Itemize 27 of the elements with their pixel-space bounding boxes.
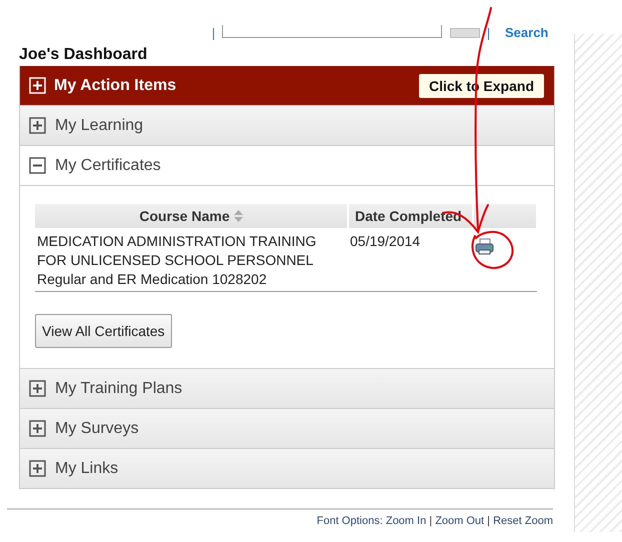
collapse-icon[interactable] — [29, 157, 46, 174]
expand-icon[interactable] — [29, 117, 46, 134]
link-separator: | — [487, 515, 490, 527]
font-options-label: Font Options: — [316, 515, 383, 527]
expand-icon[interactable] — [29, 380, 46, 397]
section-title[interactable]: My Surveys — [55, 420, 139, 438]
section-title[interactable]: My Links — [55, 460, 118, 478]
course-name: Regular and ER Medication 1028202 — [37, 270, 268, 289]
section-title[interactable]: My Learning — [55, 116, 144, 134]
expand-icon[interactable] — [29, 420, 46, 437]
zoom-link[interactable]: Reset Zoom — [493, 515, 553, 527]
section-title[interactable]: My Training Plans — [55, 380, 182, 398]
expand-icon[interactable] — [29, 460, 46, 477]
search-field[interactable] — [222, 25, 442, 38]
zoom-link[interactable]: Zoom In — [386, 515, 426, 527]
view-all-button[interactable]: View All Certificates — [35, 314, 172, 348]
column-header[interactable]: Date Completed — [348, 204, 473, 228]
section-title[interactable]: My Action Items — [54, 76, 419, 94]
course-name: MEDICATION ADMINISTRATION TRAINING — [37, 232, 318, 251]
link-separator: | — [429, 515, 432, 527]
printer-icon[interactable] — [475, 238, 494, 255]
course-name: FOR UNLICENSED SCHOOL PERSONNEL — [37, 251, 314, 270]
dashboard-title: Joe's Dashboard — [19, 46, 148, 64]
completion-date: 05/19/2014 — [350, 232, 422, 251]
zoom-link[interactable]: Zoom Out — [435, 515, 484, 527]
column-header[interactable]: Course Name — [35, 204, 348, 228]
section-title[interactable]: My Certificates — [55, 156, 161, 174]
